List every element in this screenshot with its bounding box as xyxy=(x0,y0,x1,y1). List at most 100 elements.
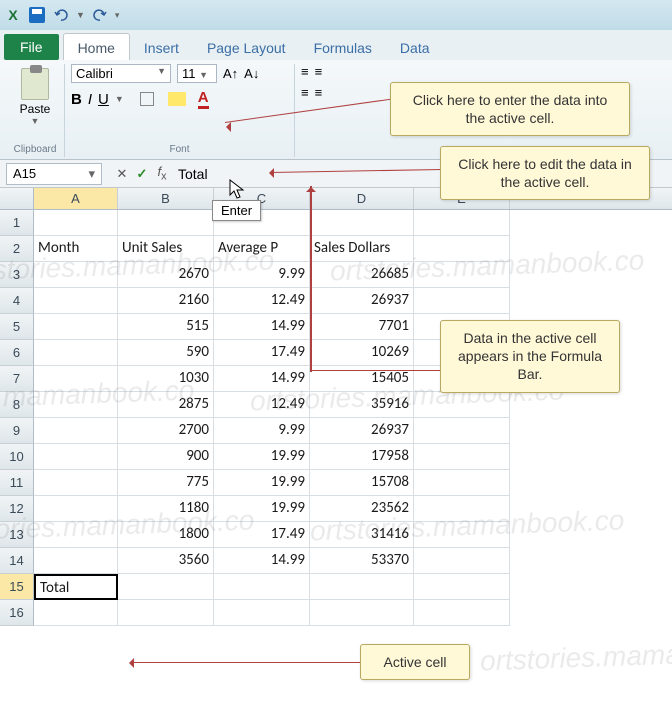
cell-B7[interactable]: 1030 xyxy=(118,366,214,392)
qat-customize-icon[interactable]: ▾ xyxy=(115,10,120,21)
tab-home[interactable]: Home xyxy=(63,33,130,60)
tab-data[interactable]: Data xyxy=(386,34,444,60)
cell-D3[interactable]: 26685 xyxy=(310,262,414,288)
row-header[interactable]: 5 xyxy=(0,314,34,340)
cell-E14[interactable] xyxy=(414,548,510,574)
cell-A8[interactable] xyxy=(34,392,118,418)
tab-insert[interactable]: Insert xyxy=(130,34,193,60)
cell-A7[interactable] xyxy=(34,366,118,392)
cell-D8[interactable]: 35916 xyxy=(310,392,414,418)
align-top-icon[interactable]: ≡ xyxy=(301,64,309,79)
cell-E12[interactable] xyxy=(414,496,510,522)
row-header[interactable]: 7 xyxy=(0,366,34,392)
save-icon[interactable] xyxy=(28,6,46,24)
cell-C8[interactable]: 12.49 xyxy=(214,392,310,418)
cell-A11[interactable] xyxy=(34,470,118,496)
cell-B2[interactable]: Unit Sales xyxy=(118,236,214,262)
cell-B4[interactable]: 2160 xyxy=(118,288,214,314)
name-box-dropdown-icon[interactable]: ▾ xyxy=(88,166,95,182)
cell-E2[interactable] xyxy=(414,236,510,262)
undo-dropdown-icon[interactable]: ▼ xyxy=(76,10,85,20)
undo-icon[interactable] xyxy=(52,6,70,24)
row-header[interactable]: 10 xyxy=(0,444,34,470)
cell-E11[interactable] xyxy=(414,470,510,496)
cell-A5[interactable] xyxy=(34,314,118,340)
cell-B15[interactable] xyxy=(118,574,214,600)
cell-D9[interactable]: 26937 xyxy=(310,418,414,444)
col-header-D[interactable]: D xyxy=(310,188,414,209)
cell-C2[interactable]: Average P xyxy=(214,236,310,262)
underline-button[interactable]: U xyxy=(98,91,109,108)
cell-E15[interactable] xyxy=(414,574,510,600)
cell-A4[interactable] xyxy=(34,288,118,314)
row-header[interactable]: 6 xyxy=(0,340,34,366)
tab-formulas[interactable]: Formulas xyxy=(300,34,386,60)
cell-C15[interactable] xyxy=(214,574,310,600)
cell-D4[interactable]: 26937 xyxy=(310,288,414,314)
font-name-select[interactable]: Calibri ▼ xyxy=(71,64,171,83)
cell-D16[interactable] xyxy=(310,600,414,626)
cell-D5[interactable]: 7701 xyxy=(310,314,414,340)
row-header[interactable]: 2 xyxy=(0,236,34,262)
underline-dropdown-icon[interactable]: ▼ xyxy=(115,94,124,104)
cell-C5[interactable]: 14.99 xyxy=(214,314,310,340)
cell-C12[interactable]: 19.99 xyxy=(214,496,310,522)
cell-E16[interactable] xyxy=(414,600,510,626)
paste-dropdown-icon[interactable]: ▼ xyxy=(31,116,40,126)
paste-button[interactable]: Paste ▼ xyxy=(12,64,58,126)
cell-D10[interactable]: 17958 xyxy=(310,444,414,470)
cell-B8[interactable]: 2875 xyxy=(118,392,214,418)
cell-D14[interactable]: 53370 xyxy=(310,548,414,574)
cell-A2[interactable]: Month xyxy=(34,236,118,262)
cell-D2[interactable]: Sales Dollars xyxy=(310,236,414,262)
cell-B12[interactable]: 1180 xyxy=(118,496,214,522)
font-size-select[interactable]: 11 ▼ xyxy=(177,64,217,83)
cell-A10[interactable] xyxy=(34,444,118,470)
col-header-A[interactable]: A xyxy=(34,188,118,209)
row-header[interactable]: 12 xyxy=(0,496,34,522)
name-box[interactable]: A15 ▾ xyxy=(6,163,102,185)
cell-E13[interactable] xyxy=(414,522,510,548)
cell-D12[interactable]: 23562 xyxy=(310,496,414,522)
align-center-icon[interactable]: ≡ xyxy=(315,85,323,100)
select-all-corner[interactable] xyxy=(0,188,34,209)
tab-file[interactable]: File xyxy=(4,34,59,60)
cell-A9[interactable] xyxy=(34,418,118,444)
align-left-icon[interactable]: ≡ xyxy=(301,85,309,100)
font-color-icon[interactable]: A xyxy=(198,89,209,109)
cell-D6[interactable]: 10269 xyxy=(310,340,414,366)
row-header[interactable]: 13 xyxy=(0,522,34,548)
worksheet-grid[interactable]: A B C D E 12MonthUnit SalesAverage PSale… xyxy=(0,188,672,626)
cell-B5[interactable]: 515 xyxy=(118,314,214,340)
cell-B14[interactable]: 3560 xyxy=(118,548,214,574)
cell-A12[interactable] xyxy=(34,496,118,522)
cell-C10[interactable]: 19.99 xyxy=(214,444,310,470)
cell-E3[interactable] xyxy=(414,262,510,288)
redo-icon[interactable] xyxy=(91,6,109,24)
cell-B13[interactable]: 1800 xyxy=(118,522,214,548)
shrink-font-icon[interactable]: A↓ xyxy=(244,66,259,81)
cell-B11[interactable]: 775 xyxy=(118,470,214,496)
tab-page-layout[interactable]: Page Layout xyxy=(193,34,300,60)
cell-B10[interactable]: 900 xyxy=(118,444,214,470)
cell-C14[interactable]: 14.99 xyxy=(214,548,310,574)
cell-B6[interactable]: 590 xyxy=(118,340,214,366)
cell-D15[interactable] xyxy=(310,574,414,600)
cell-A13[interactable] xyxy=(34,522,118,548)
bold-button[interactable]: B xyxy=(71,91,82,108)
cell-A14[interactable] xyxy=(34,548,118,574)
cell-A16[interactable] xyxy=(34,600,118,626)
cell-D11[interactable]: 15708 xyxy=(310,470,414,496)
cell-E8[interactable] xyxy=(414,392,510,418)
row-header[interactable]: 16 xyxy=(0,600,34,626)
align-middle-icon[interactable]: ≡ xyxy=(315,64,323,79)
cell-C11[interactable]: 19.99 xyxy=(214,470,310,496)
row-header[interactable]: 3 xyxy=(0,262,34,288)
cell-A3[interactable] xyxy=(34,262,118,288)
cell-E10[interactable] xyxy=(414,444,510,470)
cell-E9[interactable] xyxy=(414,418,510,444)
cell-D13[interactable]: 31416 xyxy=(310,522,414,548)
row-header[interactable]: 9 xyxy=(0,418,34,444)
cell-C9[interactable]: 9.99 xyxy=(214,418,310,444)
cell-A15[interactable]: Total xyxy=(34,574,118,600)
